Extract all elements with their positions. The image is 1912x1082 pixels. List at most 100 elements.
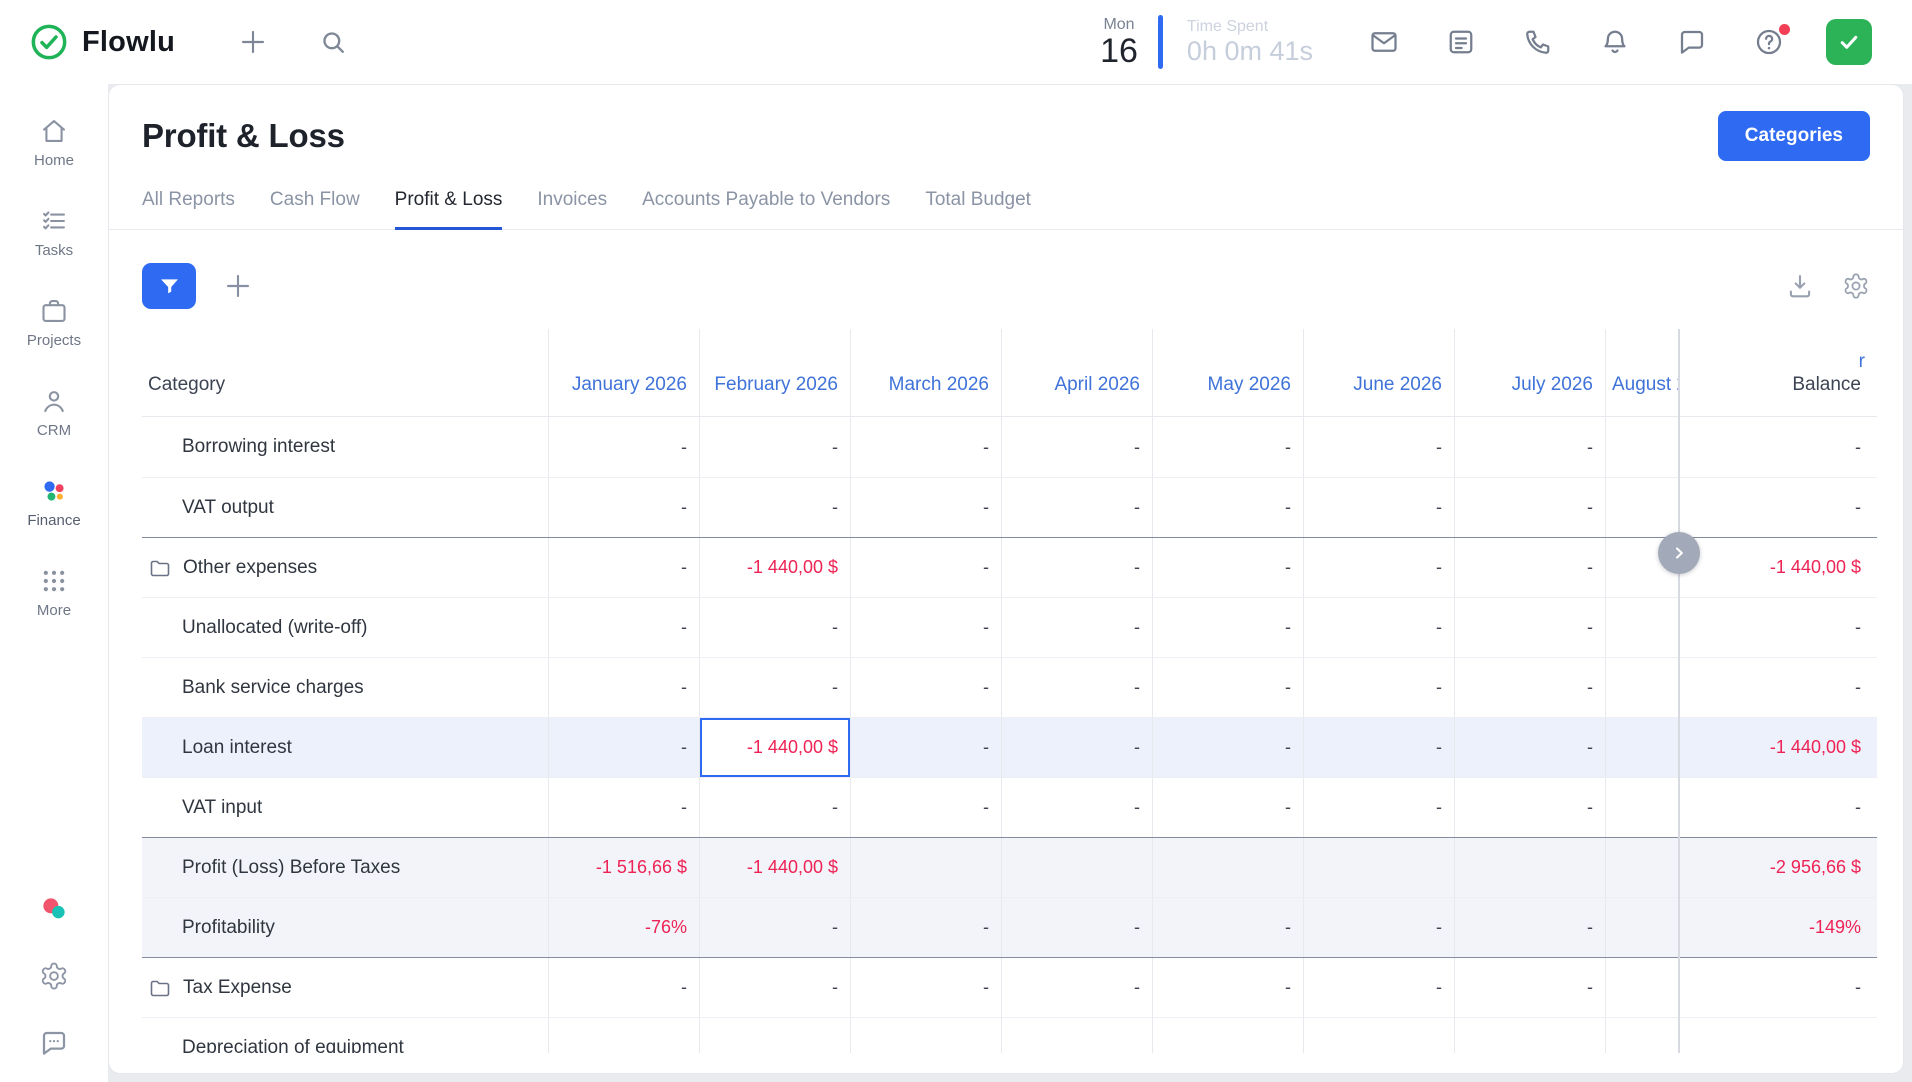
table-cell[interactable]: - <box>1153 778 1304 837</box>
table-cell[interactable]: - <box>700 778 851 837</box>
tab-cash-flow[interactable]: Cash Flow <box>270 183 360 230</box>
table-cell[interactable]: - <box>1153 538 1304 597</box>
table-cell[interactable]: - <box>1153 478 1304 537</box>
sidebar-item-tasks[interactable]: Tasks <box>27 188 81 278</box>
table-cell[interactable]: - <box>700 898 851 957</box>
table-cell[interactable] <box>549 1018 700 1053</box>
table-cell[interactable]: - <box>851 658 1002 717</box>
chat-icon[interactable] <box>39 1028 69 1058</box>
table-cell[interactable] <box>1606 417 1678 477</box>
table-cell[interactable]: - <box>1153 417 1304 477</box>
row-category[interactable]: Profitability <box>142 898 549 957</box>
balance-cell[interactable]: - <box>1678 417 1877 477</box>
table-cell[interactable]: - <box>1002 778 1153 837</box>
search-icon[interactable] <box>319 28 347 56</box>
row-category[interactable]: Profit (Loss) Before Taxes <box>142 838 549 897</box>
table-cell[interactable] <box>1606 598 1678 657</box>
table-cell[interactable] <box>1606 958 1678 1017</box>
table-cell[interactable]: -1 440,00 $ <box>700 838 851 897</box>
table-cell[interactable]: - <box>1002 478 1153 537</box>
table-cell[interactable]: - <box>851 417 1002 477</box>
phone-icon[interactable] <box>1523 27 1553 57</box>
table-cell[interactable]: - <box>1304 718 1455 777</box>
help-icon[interactable] <box>1754 27 1784 57</box>
table-cell[interactable]: - <box>1304 658 1455 717</box>
table-cell[interactable]: - <box>1304 778 1455 837</box>
table-cell[interactable]: - <box>1304 958 1455 1017</box>
balance-cell[interactable]: -149% <box>1678 898 1877 957</box>
sidebar-item-more[interactable]: More <box>27 548 81 638</box>
table-cell[interactable] <box>1002 838 1153 897</box>
table-cell[interactable] <box>1606 838 1678 897</box>
table-cell[interactable]: - <box>1153 658 1304 717</box>
tab-invoices[interactable]: Invoices <box>537 183 607 230</box>
table-cell[interactable] <box>1455 1018 1606 1053</box>
table-cell[interactable]: - <box>851 898 1002 957</box>
balance-cell[interactable]: -2 956,66 $ <box>1678 838 1877 897</box>
filter-button[interactable] <box>142 263 196 309</box>
table-cell[interactable]: - <box>851 958 1002 1017</box>
table-cell[interactable]: - <box>1153 718 1304 777</box>
tab-all-reports[interactable]: All Reports <box>142 183 235 230</box>
table-cell[interactable] <box>700 1018 851 1053</box>
table-cell[interactable]: - <box>700 478 851 537</box>
table-cell[interactable]: - <box>700 598 851 657</box>
row-category[interactable]: Loan interest <box>142 718 549 777</box>
selected-cell[interactable]: -1 440,00 $ <box>700 718 851 777</box>
download-icon[interactable] <box>1786 272 1814 300</box>
table-cell[interactable] <box>1606 658 1678 717</box>
table-cell[interactable]: -76% <box>549 898 700 957</box>
table-cell[interactable] <box>1153 838 1304 897</box>
row-category[interactable]: Unallocated (write-off) <box>142 598 549 657</box>
table-cell[interactable]: - <box>1304 478 1455 537</box>
add-filter-icon[interactable] <box>222 270 254 302</box>
table-cell[interactable]: - <box>549 718 700 777</box>
table-cell[interactable]: - <box>851 778 1002 837</box>
table-cell[interactable]: - <box>1455 598 1606 657</box>
table-cell[interactable]: - <box>1304 598 1455 657</box>
folder-icon[interactable] <box>148 976 172 1000</box>
sidebar-item-crm[interactable]: CRM <box>27 368 81 458</box>
tab-accounts-payable-to-vendors[interactable]: Accounts Payable to Vendors <box>642 183 890 230</box>
table-cell[interactable]: - <box>851 718 1002 777</box>
chat-bubble-icon[interactable] <box>1677 27 1707 57</box>
table-cell[interactable]: - <box>1153 598 1304 657</box>
table-cell[interactable]: - <box>1455 718 1606 777</box>
table-cell[interactable] <box>1002 1018 1153 1053</box>
table-cell[interactable]: - <box>1002 898 1153 957</box>
bell-icon[interactable] <box>1600 27 1630 57</box>
table-cell[interactable]: - <box>851 478 1002 537</box>
balance-cell[interactable] <box>1678 1018 1877 1053</box>
row-category[interactable]: Tax Expense <box>142 958 549 1017</box>
table-cell[interactable]: - <box>700 417 851 477</box>
table-cell[interactable]: -1 516,66 $ <box>549 838 700 897</box>
table-cell[interactable]: - <box>1304 898 1455 957</box>
table-cell[interactable]: - <box>700 958 851 1017</box>
table-cell[interactable]: - <box>1304 417 1455 477</box>
row-category[interactable]: VAT output <box>142 478 549 537</box>
settings-gear-icon[interactable] <box>1842 272 1870 300</box>
table-cell[interactable] <box>1606 718 1678 777</box>
table-cell[interactable]: - <box>1002 538 1153 597</box>
table-cell[interactable]: - <box>1455 538 1606 597</box>
table-cell[interactable]: - <box>851 598 1002 657</box>
balance-cell[interactable]: - <box>1678 478 1877 537</box>
notes-icon[interactable] <box>1446 27 1476 57</box>
table-cell[interactable]: - <box>1304 538 1455 597</box>
tab-total-budget[interactable]: Total Budget <box>925 183 1031 230</box>
table-cell[interactable]: - <box>1455 658 1606 717</box>
table-cell[interactable] <box>1455 838 1606 897</box>
table-cell[interactable]: - <box>549 538 700 597</box>
tab-profit-loss[interactable]: Profit & Loss <box>395 183 503 230</box>
gear-icon[interactable] <box>39 961 69 991</box>
table-cell[interactable]: - <box>549 417 700 477</box>
table-cell[interactable]: - <box>1002 658 1153 717</box>
categories-button[interactable]: Categories <box>1718 111 1870 161</box>
row-category[interactable]: VAT input <box>142 778 549 837</box>
balance-cell[interactable]: - <box>1678 598 1877 657</box>
avatar[interactable] <box>1826 19 1872 65</box>
table-cell[interactable]: - <box>1002 718 1153 777</box>
table-cell[interactable]: - <box>1455 478 1606 537</box>
balance-cell[interactable]: - <box>1678 658 1877 717</box>
table-cell[interactable] <box>1304 838 1455 897</box>
